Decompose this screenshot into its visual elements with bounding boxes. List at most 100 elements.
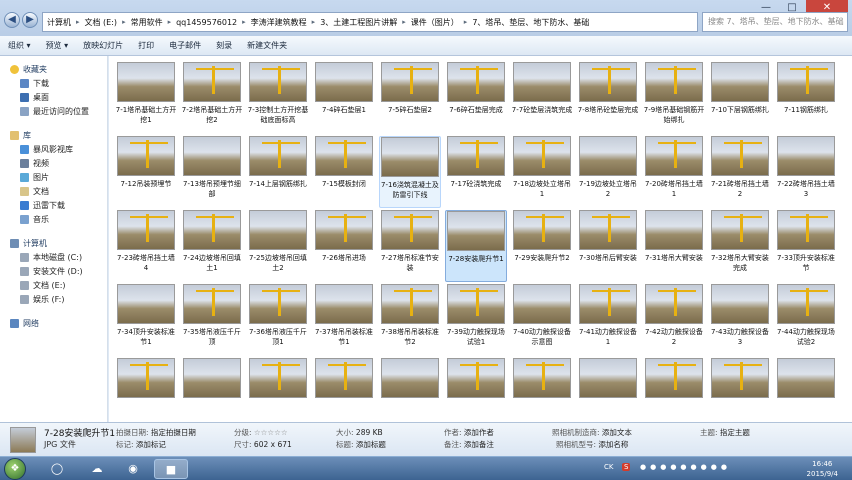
file-item[interactable]: 7-17砼浇筑完成 xyxy=(445,136,507,208)
file-item[interactable] xyxy=(181,358,243,418)
file-item[interactable]: 7-44动力触探现场试验2 xyxy=(775,284,837,356)
nav-item-drive-c[interactable]: 本地磁盘 (C:) xyxy=(10,250,107,264)
nav-network[interactable]: 网络 xyxy=(10,316,107,330)
file-item[interactable] xyxy=(379,358,441,418)
file-item[interactable]: 7-21砖塔吊挡土墙2 xyxy=(709,136,771,208)
file-item[interactable]: 7-12吊装预埋节 xyxy=(115,136,177,208)
breadcrumb-separator[interactable]: ▸ xyxy=(464,18,468,26)
remark-value[interactable]: 添加备注 xyxy=(464,440,494,449)
file-item[interactable]: 7-30塔吊后臂安装 xyxy=(577,210,639,282)
toolbar-button[interactable]: 新建文件夹 xyxy=(247,40,287,51)
file-item[interactable]: 7-13塔吊预埋节细部 xyxy=(181,136,243,208)
nav-item-drive-f[interactable]: 娱乐 (F:) xyxy=(10,292,107,306)
breadcrumb-separator[interactable]: ▸ xyxy=(242,18,246,26)
subject-value[interactable]: 指定主题 xyxy=(720,428,750,437)
breadcrumb-separator[interactable]: ▸ xyxy=(168,18,172,26)
file-item[interactable]: 7-9塔吊基础钢筋开始绑扎 xyxy=(643,62,705,134)
file-item[interactable]: 7-23砖塔吊挡土墙4 xyxy=(115,210,177,282)
file-item[interactable]: 7-35塔吊液压千斤顶 xyxy=(181,284,243,356)
tags-value[interactable]: 添加标记 xyxy=(136,440,166,449)
file-item[interactable] xyxy=(709,358,771,418)
toolbar-button[interactable]: 电子邮件 xyxy=(169,40,201,51)
file-item[interactable]: 7-10下层钢筋绑扎 xyxy=(709,62,771,134)
file-item[interactable] xyxy=(511,358,573,418)
file-item[interactable]: 7-32塔吊大臂安装完成 xyxy=(709,210,771,282)
file-item[interactable]: 7-19边坡处立塔吊2 xyxy=(577,136,639,208)
file-item[interactable]: 7-37塔吊吊装标准节1 xyxy=(313,284,375,356)
nav-item-documents[interactable]: 文档 xyxy=(10,184,107,198)
breadcrumb-item[interactable]: 常用软件 xyxy=(131,17,163,28)
nav-library[interactable]: 库 xyxy=(10,128,107,142)
file-item[interactable]: 7-34顶升安装标准节1 xyxy=(115,284,177,356)
nav-item-recent[interactable]: 最近访问的位置 xyxy=(10,104,107,118)
back-arrow-icon[interactable]: ◀ xyxy=(4,12,20,28)
nav-favorites[interactable]: 收藏夹 xyxy=(10,62,107,76)
forward-arrow-icon[interactable]: ▶ xyxy=(22,12,38,28)
file-item[interactable]: 7-8塔吊砼垫层完成 xyxy=(577,62,639,134)
breadcrumb-item[interactable]: 计算机 xyxy=(47,17,71,28)
file-item[interactable]: 7-14上层钢筋绑扎 xyxy=(247,136,309,208)
file-item[interactable] xyxy=(313,358,375,418)
explorer-taskbar-icon[interactable]: ■ xyxy=(154,459,188,479)
file-item[interactable]: 7-2塔吊基础土方开挖2 xyxy=(181,62,243,134)
search-input[interactable]: 搜索 7、塔吊、垫层、地下防水、基础 xyxy=(702,12,848,32)
file-item[interactable]: 7-43动力触探设备3 xyxy=(709,284,771,356)
camera-model-value[interactable]: 添加名称 xyxy=(598,440,628,449)
nav-item-pictures[interactable]: 图片 xyxy=(10,170,107,184)
file-item[interactable]: 7-36塔吊液压千斤顶1 xyxy=(247,284,309,356)
toolbar-button[interactable]: 放映幻灯片 xyxy=(83,40,123,51)
file-item[interactable]: 7-25边坡塔吊回填土2 xyxy=(247,210,309,282)
file-item[interactable]: 7-24边坡塔吊回填土1 xyxy=(181,210,243,282)
nav-computer[interactable]: 计算机 xyxy=(10,236,107,250)
file-item[interactable] xyxy=(643,358,705,418)
file-item[interactable] xyxy=(115,358,177,418)
tray-icons[interactable]: ●●●●●●●●● xyxy=(640,463,731,471)
file-item[interactable]: 7-5碎石垫层2 xyxy=(379,62,441,134)
file-item[interactable]: 7-33顶升安装标准节 xyxy=(775,210,837,282)
ie-icon[interactable]: ◯ xyxy=(40,459,74,479)
file-item[interactable]: 7-7砼垫层浇筑完成 xyxy=(511,62,573,134)
file-item[interactable]: 7-42动力触探设备2 xyxy=(643,284,705,356)
toolbar-button[interactable]: 组织 ▾ xyxy=(8,40,31,51)
toolbar-button[interactable]: 刻录 xyxy=(216,40,232,51)
file-item[interactable]: 7-16浇筑混凝土及防雷引下线 xyxy=(379,136,441,208)
breadcrumb-item[interactable]: qq1459576012 xyxy=(176,18,237,27)
file-item[interactable]: 7-31塔吊大臂安装 xyxy=(643,210,705,282)
file-item[interactable]: 7-28安装爬升节1 xyxy=(445,210,507,282)
file-item[interactable] xyxy=(247,358,309,418)
file-item[interactable]: 7-4碎石垫层1 xyxy=(313,62,375,134)
nav-item-drive-d[interactable]: 安装文件 (D:) xyxy=(10,264,107,278)
file-item[interactable] xyxy=(445,358,507,418)
file-item[interactable]: 7-39动力触探现场试验1 xyxy=(445,284,507,356)
qq-browser-icon[interactable]: ◉ xyxy=(116,459,150,479)
toolbar-button[interactable]: 打印 xyxy=(138,40,154,51)
file-item[interactable]: 7-20砖塔吊挡土墙1 xyxy=(643,136,705,208)
file-item[interactable]: 7-3控制土方开挖基础底面标高 xyxy=(247,62,309,134)
baidu-cloud-icon[interactable]: ☁ xyxy=(80,459,114,479)
file-item[interactable] xyxy=(577,358,639,418)
breadcrumb-separator[interactable]: ▸ xyxy=(76,18,80,26)
nav-item-xunlei[interactable]: 迅雷下载 xyxy=(10,198,107,212)
breadcrumb-item[interactable]: 李涛洋建筑教程 xyxy=(251,17,307,28)
author-value[interactable]: 添加作者 xyxy=(464,428,494,437)
nav-item-videos[interactable]: 视频 xyxy=(10,156,107,170)
clock[interactable]: 16:46 2015/9/4 xyxy=(807,459,838,479)
address-bar[interactable]: 计算机 ▸ 文档 (E:) ▸ 常用软件 ▸ qq1459576012 ▸ 李涛洋建筑教程 ▸ 3、… xyxy=(42,12,698,32)
breadcrumb-item[interactable]: 7、塔吊、垫层、地下防水、基础 xyxy=(472,17,589,28)
file-item[interactable]: 7-22砖塔吊挡土墙3 xyxy=(775,136,837,208)
breadcrumb-separator[interactable]: ▸ xyxy=(122,18,126,26)
breadcrumb-separator[interactable]: ▸ xyxy=(312,18,316,26)
toolbar-button[interactable]: 预览 ▾ xyxy=(46,40,69,51)
file-item[interactable]: 7-15模板封闭 xyxy=(313,136,375,208)
breadcrumb-separator[interactable]: ▸ xyxy=(402,18,406,26)
nav-item-drive-e[interactable]: 文档 (E:) xyxy=(10,278,107,292)
title-value[interactable]: 添加标题 xyxy=(356,440,386,449)
file-item[interactable]: 7-18边坡处立塔吊1 xyxy=(511,136,573,208)
file-item[interactable]: 7-38塔吊吊装标准节2 xyxy=(379,284,441,356)
nav-item-desktop[interactable]: 桌面 xyxy=(10,90,107,104)
file-item[interactable]: 7-40动力触探设备示意图 xyxy=(511,284,573,356)
ime-indicator[interactable]: CK xyxy=(604,463,613,471)
start-button[interactable]: ❖ xyxy=(4,458,26,480)
file-item[interactable]: 7-27塔吊标准节安装 xyxy=(379,210,441,282)
nav-item-music[interactable]: 音乐 xyxy=(10,212,107,226)
